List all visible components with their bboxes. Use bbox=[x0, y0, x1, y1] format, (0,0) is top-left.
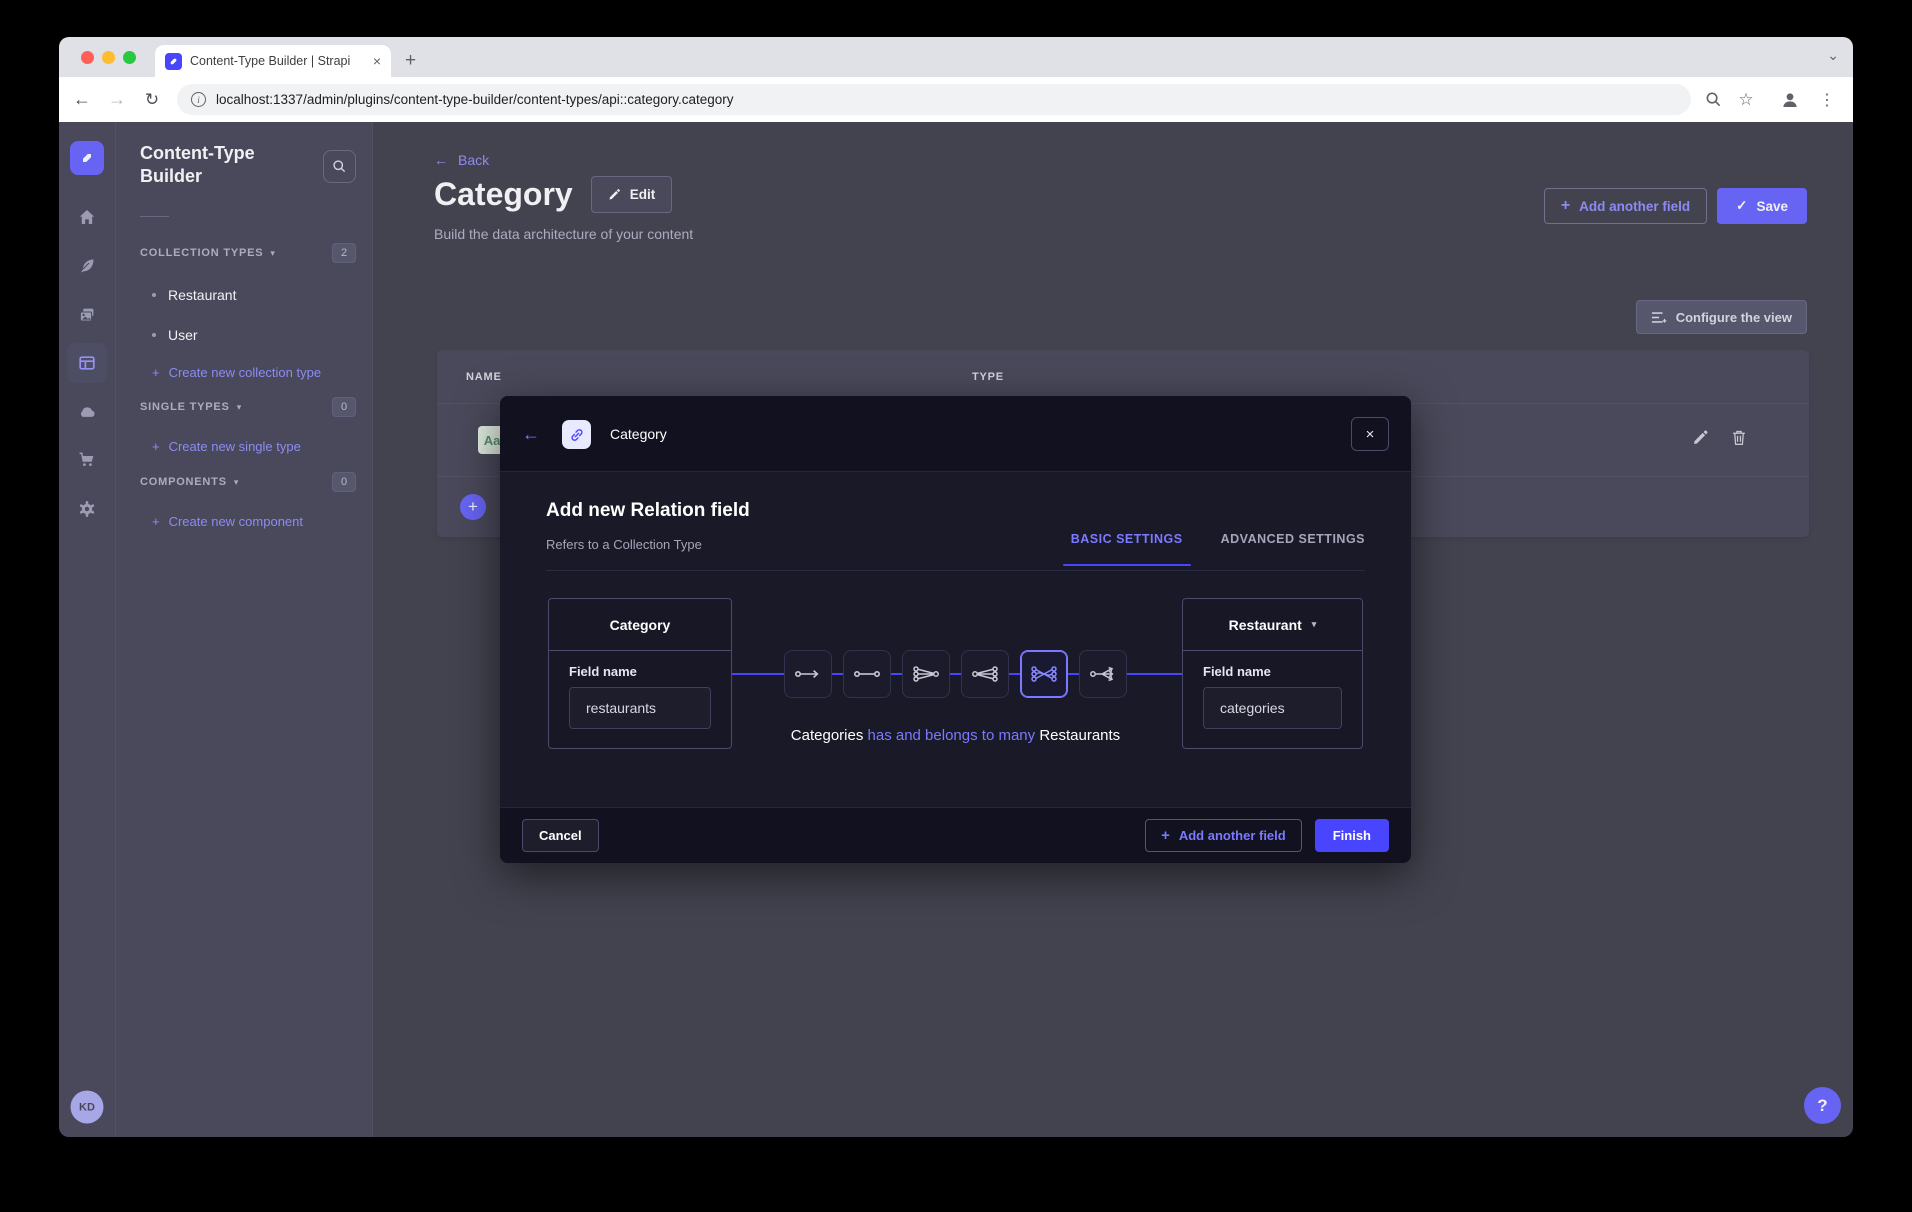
caret-down-icon: ▾ bbox=[1312, 619, 1317, 630]
new-tab-button[interactable]: + bbox=[405, 50, 416, 72]
target-field-input[interactable] bbox=[1203, 687, 1342, 729]
relation-one-to-one-button[interactable] bbox=[843, 650, 891, 698]
strapi-favicon-icon bbox=[165, 53, 182, 70]
plus-icon: + bbox=[1161, 827, 1170, 844]
source-name: Category bbox=[549, 599, 731, 651]
tab-advanced-settings[interactable]: ADVANCED SETTINGS bbox=[1221, 532, 1365, 546]
browser-menu-icon[interactable]: ⋮ bbox=[1813, 77, 1841, 122]
source-field-label: Field name bbox=[569, 664, 711, 679]
tab-close-icon[interactable]: × bbox=[373, 53, 381, 69]
tab-search-chevron-icon[interactable]: ⌄ bbox=[1827, 47, 1839, 64]
strapi-admin: KD Content-Type Builder COLLECTION TYPES… bbox=[59, 122, 1853, 1137]
tab-title: Content-Type Builder | Strapi bbox=[190, 54, 365, 68]
modal-divider bbox=[546, 570, 1365, 571]
traffic-close-button[interactable] bbox=[81, 51, 94, 64]
browser-reload-button[interactable]: ↻ bbox=[137, 77, 167, 122]
modal-footer: Cancel + Add another field Finish bbox=[500, 807, 1411, 863]
browser-toolbar: ← → ↻ i localhost:1337/admin/plugins/con… bbox=[59, 77, 1853, 122]
modal-title: Add new Relation field bbox=[546, 500, 750, 522]
source-name-label: Category bbox=[610, 617, 671, 633]
browser-back-button[interactable]: ← bbox=[67, 77, 97, 122]
target-field-label: Field name bbox=[1203, 664, 1342, 679]
url-text: localhost:1337/admin/plugins/content-typ… bbox=[216, 92, 734, 107]
browser-forward-button[interactable]: → bbox=[102, 77, 132, 122]
modal-header: ← Category × bbox=[500, 396, 1411, 472]
browser-tab[interactable]: Content-Type Builder | Strapi × bbox=[155, 45, 391, 77]
relation-many-way-button[interactable] bbox=[1079, 650, 1127, 698]
modal-tabs: BASIC SETTINGS ADVANCED SETTINGS bbox=[1071, 532, 1365, 546]
modal-subtitle: Refers to a Collection Type bbox=[546, 537, 702, 552]
relation-sentence: Categories has and belongs to many Resta… bbox=[500, 727, 1411, 744]
relation-many-to-many-button[interactable] bbox=[1020, 650, 1068, 698]
relation-link-icon bbox=[562, 420, 591, 449]
modal-add-another-field-button[interactable]: + Add another field bbox=[1145, 819, 1302, 852]
modal-back-arrow-icon[interactable]: ← bbox=[522, 424, 540, 445]
modal-close-button[interactable]: × bbox=[1351, 417, 1389, 451]
cancel-button[interactable]: Cancel bbox=[522, 819, 599, 852]
browser-tabstrip: Content-Type Builder | Strapi × + ⌄ bbox=[59, 37, 1853, 77]
relation-one-way-button[interactable] bbox=[784, 650, 832, 698]
finish-button[interactable]: Finish bbox=[1315, 819, 1389, 852]
modal-breadcrumb: Category bbox=[610, 426, 667, 442]
sentence-right: Restaurants bbox=[1039, 727, 1120, 744]
traffic-minimize-button[interactable] bbox=[102, 51, 115, 64]
site-info-icon[interactable]: i bbox=[191, 92, 206, 107]
relation-modal: ← Category × Add new Relation field Refe… bbox=[500, 396, 1411, 863]
target-select[interactable]: Restaurant ▾ bbox=[1183, 599, 1362, 651]
traffic-zoom-button[interactable] bbox=[123, 51, 136, 64]
bookmark-star-icon[interactable]: ☆ bbox=[1732, 77, 1760, 122]
profile-icon[interactable] bbox=[1776, 77, 1804, 122]
target-name-label: Restaurant bbox=[1229, 617, 1302, 633]
address-bar[interactable]: i localhost:1337/admin/plugins/content-t… bbox=[177, 84, 1691, 115]
zoom-icon[interactable] bbox=[1699, 77, 1727, 122]
tab-basic-settings[interactable]: BASIC SETTINGS bbox=[1071, 532, 1183, 546]
sentence-middle: has and belongs to many bbox=[868, 727, 1040, 744]
sentence-left: Categories bbox=[791, 727, 864, 744]
source-field-input[interactable] bbox=[569, 687, 711, 729]
relation-one-to-many-button[interactable] bbox=[902, 650, 950, 698]
relation-many-to-one-button[interactable] bbox=[961, 650, 1009, 698]
modal-add-field-label: Add another field bbox=[1179, 828, 1286, 843]
browser-window: Content-Type Builder | Strapi × + ⌄ ← → … bbox=[59, 37, 1853, 1137]
